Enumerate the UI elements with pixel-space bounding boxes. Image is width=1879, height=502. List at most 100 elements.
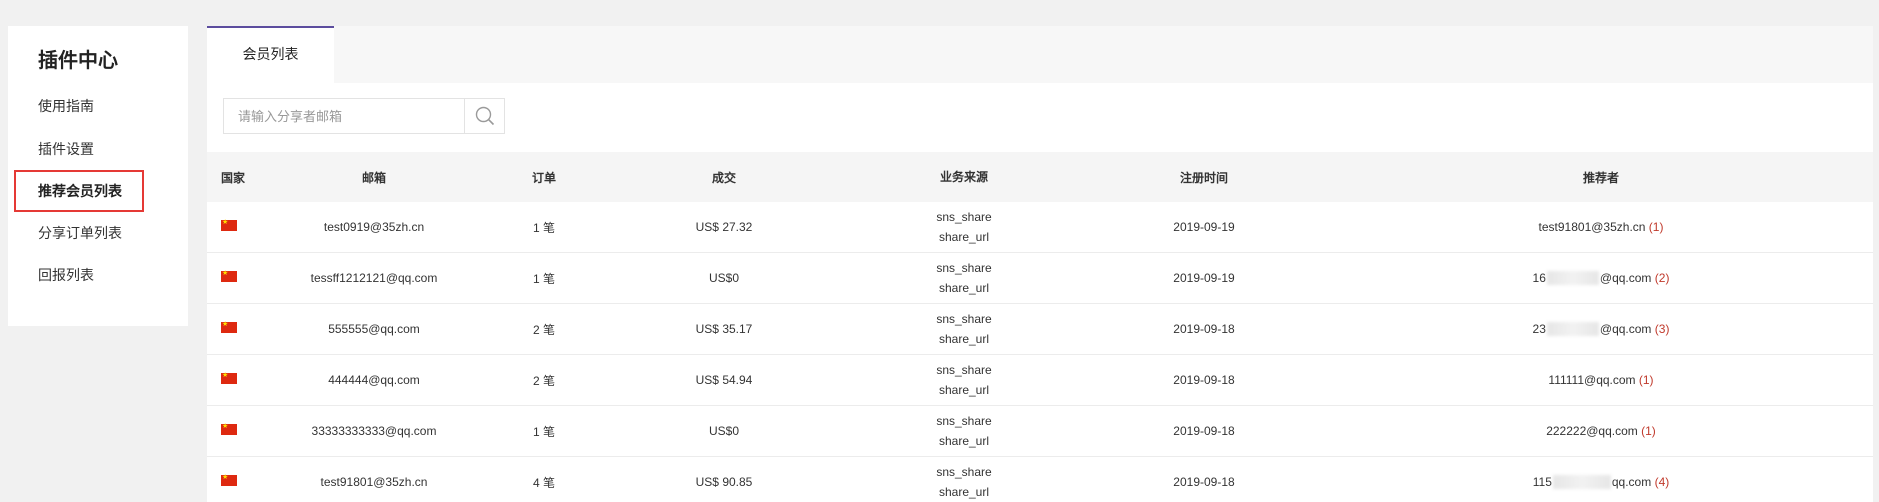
search-button[interactable] [464,99,504,133]
source-cell: sns_share share_url [849,457,1079,502]
registered-cell: 2019-09-18 [1173,373,1235,387]
source-cell: sns_share share_url [849,355,1079,405]
source-cell: sns_share share_url [849,406,1079,456]
sidebar-item-rewards[interactable]: 回报列表 [38,265,94,285]
referrer-cell: 115 qq.com (4) [1329,457,1873,502]
masked-text [1552,475,1611,489]
china-flag-icon [221,319,237,333]
orders-cell: 2 笔 [532,373,555,388]
referrer-count: (1) [1641,424,1656,438]
source-line-2: share_url [938,230,990,244]
sidebar-title: 插件中心 [38,50,118,72]
header-country: 国家 [220,170,245,185]
registered-cell: 2019-09-18 [1173,322,1235,336]
china-flag-icon [221,268,237,282]
registered-cell: 2019-09-18 [1173,475,1235,489]
source-line-1: sns_share [936,414,992,428]
source-line-1: sns_share [936,465,992,479]
tab-member-list[interactable]: 会员列表 [207,26,334,83]
referrer-email: test91801@35zh.cn [1538,220,1646,234]
header-email: 邮箱 [361,170,386,185]
member-table: 国家 邮箱 订单 成交 业务来源 注册时间 推荐者 test0919@35zh.… [207,152,1873,502]
registered-cell: 2019-09-19 [1173,220,1235,234]
search-input[interactable] [224,99,464,133]
sidebar-item-settings[interactable]: 插件设置 [38,139,94,159]
referrer-email: 222222@qq.com [1546,424,1638,438]
sidebar-item-referral-members[interactable]: 推荐会员列表 [14,170,144,212]
deals-cell: US$ 90.85 [695,475,753,489]
deals-cell: US$ 35.17 [695,322,753,336]
email-cell: 33333333333@qq.com [311,424,437,438]
tab-bar: 会员列表 [207,26,1873,83]
referrer-count: (3) [1654,322,1670,336]
referrer-count: (1) [1638,373,1654,387]
source-cell: sns_share share_url [849,253,1079,303]
table-row: tessff1212121@qq.com 1 笔 US$0 sns_shares… [207,253,1873,304]
email-cell: 444444@qq.com [328,373,420,387]
country-cell [207,253,259,303]
orders-cell: 4 笔 [532,475,555,490]
referrer-cell: 16 @qq.com (2) [1329,253,1873,303]
header-source: 业务来源 [939,170,988,184]
referrer-email: 115 [1532,475,1552,489]
sidebar-item-share-orders[interactable]: 分享订单列表 [38,223,122,243]
source-line-1: sns_share [936,261,992,275]
email-cell: tessff1212121@qq.com [310,271,438,285]
search-icon [475,106,494,126]
source-line-1: sns_share [936,312,992,326]
email-cell: test91801@35zh.cn [320,475,428,489]
referrer-cell: 23 @qq.com (3) [1329,304,1873,354]
source-line-1: sns_share [936,363,992,377]
source-line-2: share_url [938,281,990,295]
referrer-cell: 111111@qq.com (1) [1329,355,1873,405]
referrer-email: 111111@qq.com [1548,373,1636,387]
deals-cell: US$ 54.94 [695,373,753,387]
country-cell [207,406,259,456]
country-cell [207,304,259,354]
referrer-count: (2) [1654,271,1670,285]
deals-cell: US$ 27.32 [695,220,753,234]
referrer-email-suffix: @qq.com [1599,322,1652,336]
header-orders: 订单 [531,170,556,185]
source-line-2: share_url [938,383,990,397]
header-deals: 成交 [711,170,736,185]
email-cell: test0919@35zh.cn [323,220,425,234]
table-body: test0919@35zh.cn 1 笔 US$ 27.32 sns_share… [207,202,1873,502]
source-cell: sns_share share_url [849,202,1079,252]
china-flag-icon [221,421,237,435]
email-cell: 555555@qq.com [328,322,420,336]
table-row: 444444@qq.com 2 笔 US$ 54.94 sns_sharesha… [207,355,1873,406]
table-row: test0919@35zh.cn 1 笔 US$ 27.32 sns_share… [207,202,1873,253]
referrer-count: (4) [1654,475,1670,489]
referrer-count: (1) [1648,220,1664,234]
sidebar-item-guide[interactable]: 使用指南 [38,96,94,116]
source-line-2: share_url [938,434,990,448]
registered-cell: 2019-09-18 [1173,424,1235,438]
table-row: test91801@35zh.cn 4 笔 US$ 90.85 sns_shar… [207,457,1873,502]
orders-cell: 2 笔 [532,322,555,337]
header-referrer: 推荐者 [1582,170,1619,185]
orders-cell: 1 笔 [532,271,555,286]
referrer-cell: test91801@35zh.cn (1) [1329,202,1873,252]
referrer-email-suffix: qq.com [1611,475,1652,489]
table-row: 33333333333@qq.com 1 笔 US$0 sns_sharesha… [207,406,1873,457]
orders-cell: 1 笔 [532,424,555,439]
china-flag-icon [221,217,237,231]
sidebar: 插件中心 使用指南 插件设置 推荐会员列表 分享订单列表 回报列表 [8,26,188,326]
registered-cell: 2019-09-19 [1173,271,1235,285]
referrer-email: 23 [1532,322,1546,336]
search-box [223,98,505,134]
table-header: 国家 邮箱 订单 成交 业务来源 注册时间 推荐者 [207,152,1873,202]
source-cell: sns_share share_url [849,304,1079,354]
country-cell [207,202,259,252]
country-cell [207,457,259,502]
source-line-1: sns_share [936,210,992,224]
masked-text [1546,322,1599,336]
source-line-2: share_url [938,485,990,499]
deals-cell: US$0 [708,424,740,438]
referrer-email-suffix: @qq.com [1599,271,1652,285]
header-registered: 注册时间 [1179,170,1228,185]
main-panel: 会员列表 国家 邮箱 订单 成交 业务来源 注册时间 推荐者 test0919@… [207,26,1873,502]
country-cell [207,355,259,405]
table-row: 555555@qq.com 2 笔 US$ 35.17 sns_sharesha… [207,304,1873,355]
